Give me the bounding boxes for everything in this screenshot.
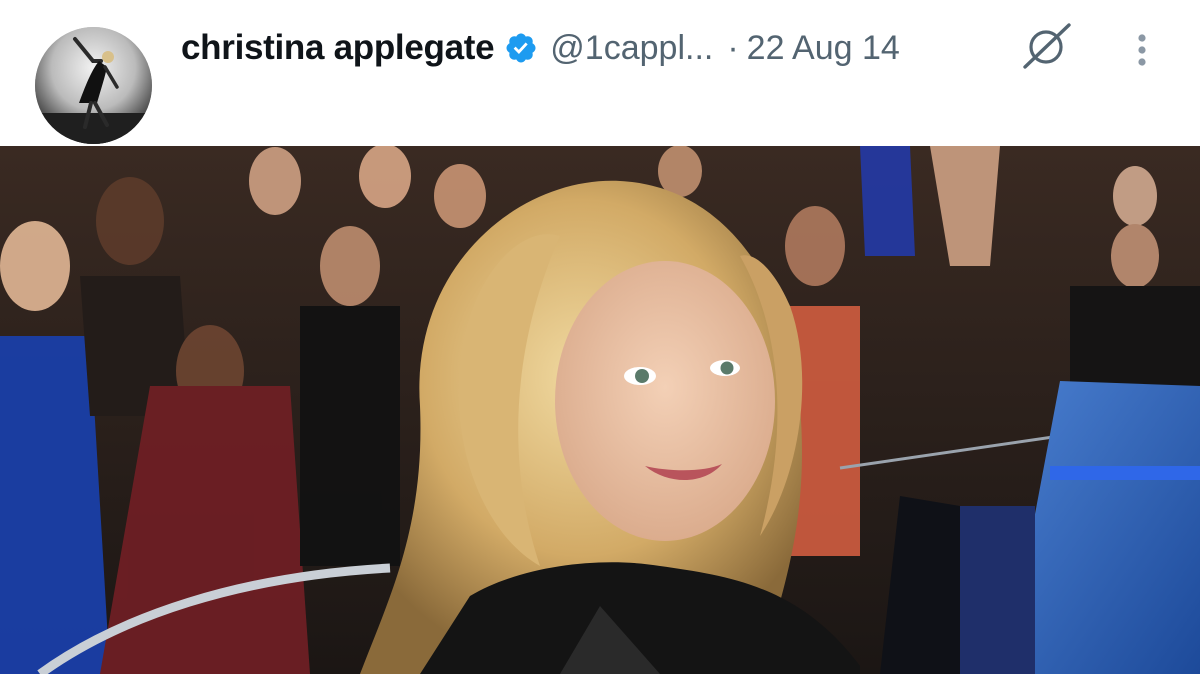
more-options-icon[interactable] bbox=[1126, 30, 1158, 70]
author-display-name[interactable]: christina applegate bbox=[181, 28, 495, 68]
author-handle[interactable]: @1cappl... bbox=[550, 29, 713, 68]
tweet-date[interactable]: 22 Aug 14 bbox=[747, 29, 900, 68]
author-row: christina applegate @1cappl... · 22 Aug … bbox=[181, 24, 900, 72]
tweet[interactable]: christina applegate @1cappl... · 22 Aug … bbox=[0, 0, 1200, 674]
avatar[interactable] bbox=[35, 27, 152, 144]
tweet-header: christina applegate @1cappl... · 22 Aug … bbox=[0, 0, 1200, 146]
meta-separator: · bbox=[727, 28, 739, 67]
grok-icon[interactable] bbox=[1021, 22, 1073, 70]
verified-badge-icon[interactable] bbox=[504, 31, 538, 65]
tweet-photo[interactable] bbox=[0, 146, 1200, 674]
